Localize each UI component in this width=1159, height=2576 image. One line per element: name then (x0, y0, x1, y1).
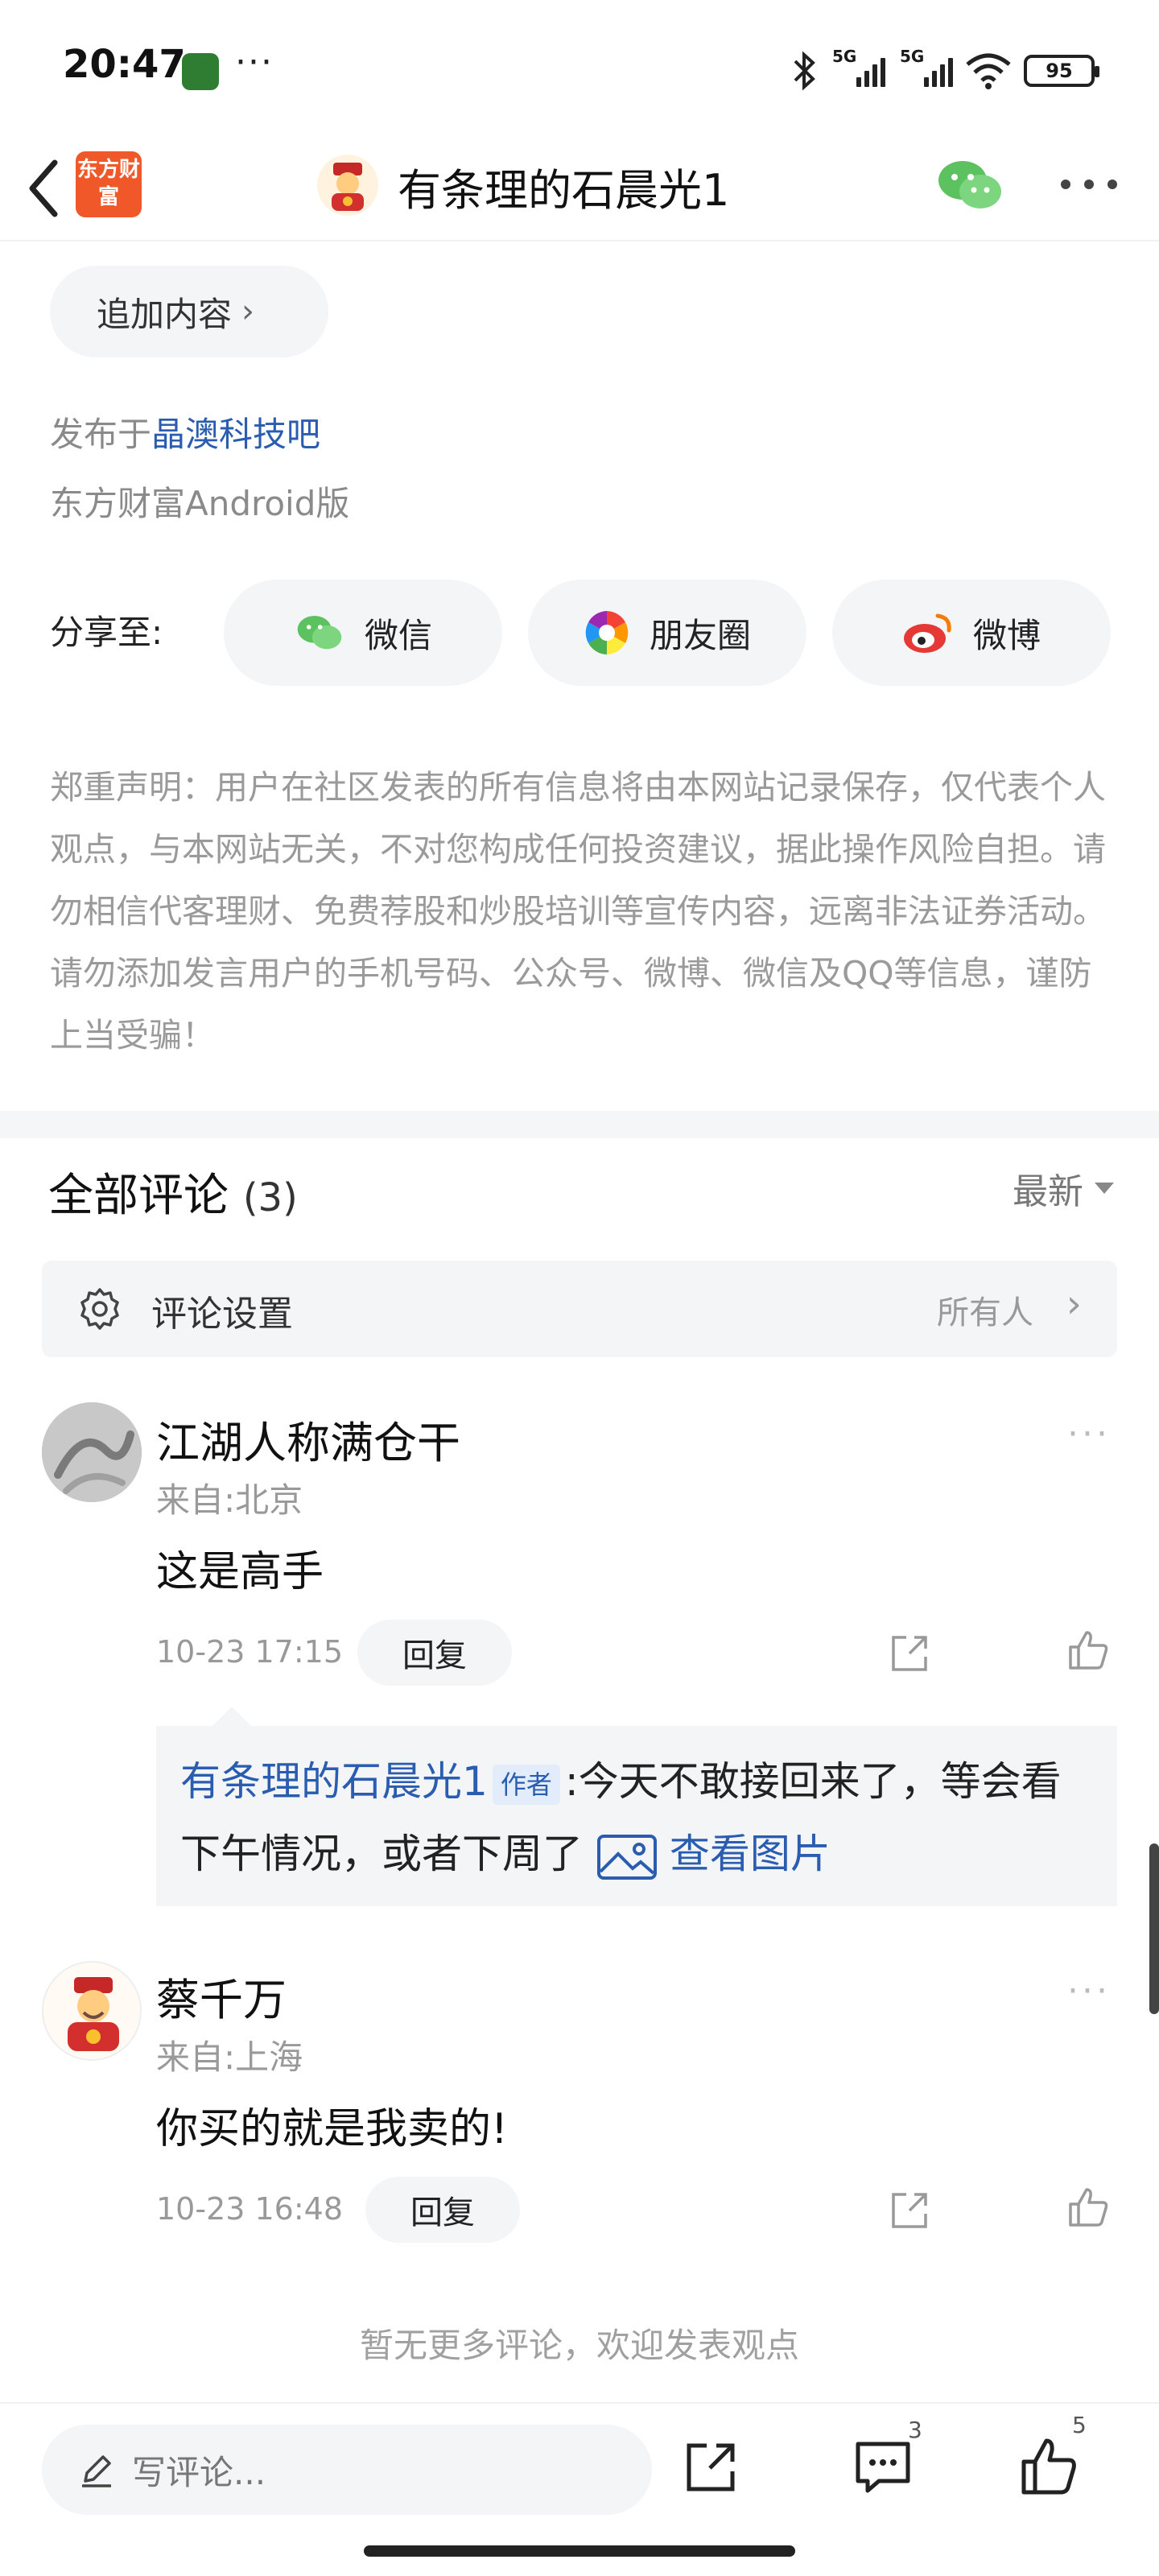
share-weibo-label: 微博 (972, 615, 1041, 655)
comment-text: 这是高手 (156, 1548, 324, 1596)
comment-more-icon[interactable]: ··· (1067, 1971, 1111, 2012)
gear-icon (80, 1288, 119, 1330)
avatar-image (43, 1963, 140, 2059)
avatar-image (42, 1402, 142, 1502)
moments-icon (584, 611, 629, 654)
comments-title-label: 全部评论 (48, 1170, 229, 1222)
weibo-icon (903, 613, 951, 653)
sort-label: 最新 (1013, 1171, 1083, 1212)
status-more: ··· (235, 42, 274, 83)
comments-title: 全部评论 (3) (48, 1159, 298, 1224)
app-notification-icon (182, 53, 219, 90)
bottom-action-bar: 写评论... 3 5 (0, 2402, 1159, 2576)
add-content-label: 追加内容 (97, 294, 233, 334)
comment-more-icon[interactable]: ··· (1067, 1414, 1111, 1455)
published-in: 发布于晶澳科技吧 (50, 407, 320, 456)
comment-settings-bar[interactable]: 评论设置 所有人 › (42, 1261, 1117, 1357)
share-icon[interactable] (885, 1629, 934, 1678)
page-title: 有条理的石晨光1 (398, 165, 730, 216)
signal-icon: 5G (832, 47, 885, 87)
author-badge: 作者 (492, 1764, 560, 1805)
battery-icon: 95 (1024, 55, 1099, 87)
write-comment-input[interactable]: 写评论... (42, 2425, 652, 2515)
share-moments-label: 朋友圈 (649, 615, 751, 655)
view-image-label: 查看图片 (669, 1831, 831, 1877)
add-content-button[interactable]: 追加内容 › (50, 266, 328, 357)
disclaimer-text: 郑重声明：用户在社区发表的所有信息将由本网站记录保存，仅代表个人观点，与本网站无… (50, 768, 1106, 1055)
share-moments-button[interactable]: 朋友圈 (528, 580, 806, 686)
comment-time: 10-23 17:15 (156, 1634, 344, 1670)
comments-count: (3) (242, 1175, 298, 1220)
status-icons: 5G 5G 95 (789, 47, 1099, 95)
reply-author[interactable]: 有条理的石晨光1 (180, 1758, 488, 1805)
chevron-right-icon: › (241, 293, 255, 330)
comment-author[interactable]: 江湖人称满仓干 (156, 1407, 460, 1471)
brand-logo[interactable]: 东方财富 (76, 151, 142, 217)
share-icon[interactable] (678, 2434, 744, 2500)
comment-settings-value: 所有人 (937, 1294, 1033, 1331)
comment-text: 你买的就是我卖的! (156, 2105, 508, 2153)
post-platform: 东方财富Android版 (50, 484, 350, 523)
thumbs-up-icon[interactable] (1016, 2434, 1082, 2500)
wifi-icon (966, 53, 1011, 89)
avatar[interactable] (42, 1961, 142, 2061)
comment-author[interactable]: 蔡千万 (156, 1964, 287, 2028)
avatar[interactable] (42, 1402, 142, 1502)
sort-dropdown[interactable]: 最新 (1013, 1162, 1114, 1214)
pencil-icon (82, 2455, 111, 2487)
author-avatar-icon[interactable] (317, 155, 378, 216)
wechat-icon[interactable] (934, 153, 1006, 217)
published-prefix: 发布于 (50, 415, 152, 454)
image-icon (596, 1834, 657, 1880)
reply-button[interactable]: 回复 (365, 2177, 520, 2243)
comment-time: 10-23 16:48 (156, 2191, 344, 2227)
bluetooth-icon (794, 51, 815, 91)
share-label: 分享至: (50, 613, 163, 652)
write-comment-placeholder: 写评论... (132, 2452, 266, 2492)
status-bar: 20:47 ··· 5G 5G 95 (0, 0, 1159, 129)
chevron-right-icon: › (1066, 1282, 1082, 1327)
forum-link[interactable]: 晶澳科技吧 (151, 415, 320, 454)
caret-down-icon (1095, 1183, 1114, 1194)
comment-settings-label: 评论设置 (151, 1294, 293, 1335)
section-divider (0, 1111, 1159, 1138)
signal-icon: 5G (900, 47, 953, 87)
more-icon[interactable] (1054, 164, 1124, 204)
reply-button[interactable]: 回复 (357, 1620, 512, 1686)
status-time: 20:47 (63, 42, 186, 87)
share-wechat-button[interactable]: 微信 (224, 580, 502, 686)
thumbs-up-icon[interactable] (1064, 1626, 1112, 1674)
no-more-comments: 暂无更多评论，欢迎发表观点 (359, 2326, 799, 2365)
comment-count-badge: 3 (908, 2417, 922, 2443)
view-image-link[interactable]: 查看图片 (596, 1831, 831, 1880)
share-icon[interactable] (885, 2186, 934, 2235)
back-icon[interactable] (21, 156, 69, 221)
scrollbar-thumb[interactable] (1149, 1843, 1159, 2014)
share-wechat-label: 微信 (364, 615, 432, 655)
comment-location: 来自:上海 (156, 2037, 303, 2077)
home-indicator[interactable] (364, 2545, 795, 2557)
top-nav-bar: 东方财富 有条理的石晨光1 (0, 129, 1159, 242)
wechat-icon (297, 616, 342, 650)
like-count-badge: 5 (1072, 2412, 1087, 2438)
thumbs-up-icon[interactable] (1064, 2183, 1112, 2231)
comment-icon[interactable] (850, 2434, 916, 2500)
nested-reply[interactable]: 有条理的石晨光1 作者:今天不敢接回来了，等会看下午情况，或者下周了 查看图片 (156, 1707, 1117, 1906)
share-weibo-button[interactable]: 微博 (832, 580, 1111, 686)
comment-location: 来自:北京 (156, 1480, 303, 1520)
